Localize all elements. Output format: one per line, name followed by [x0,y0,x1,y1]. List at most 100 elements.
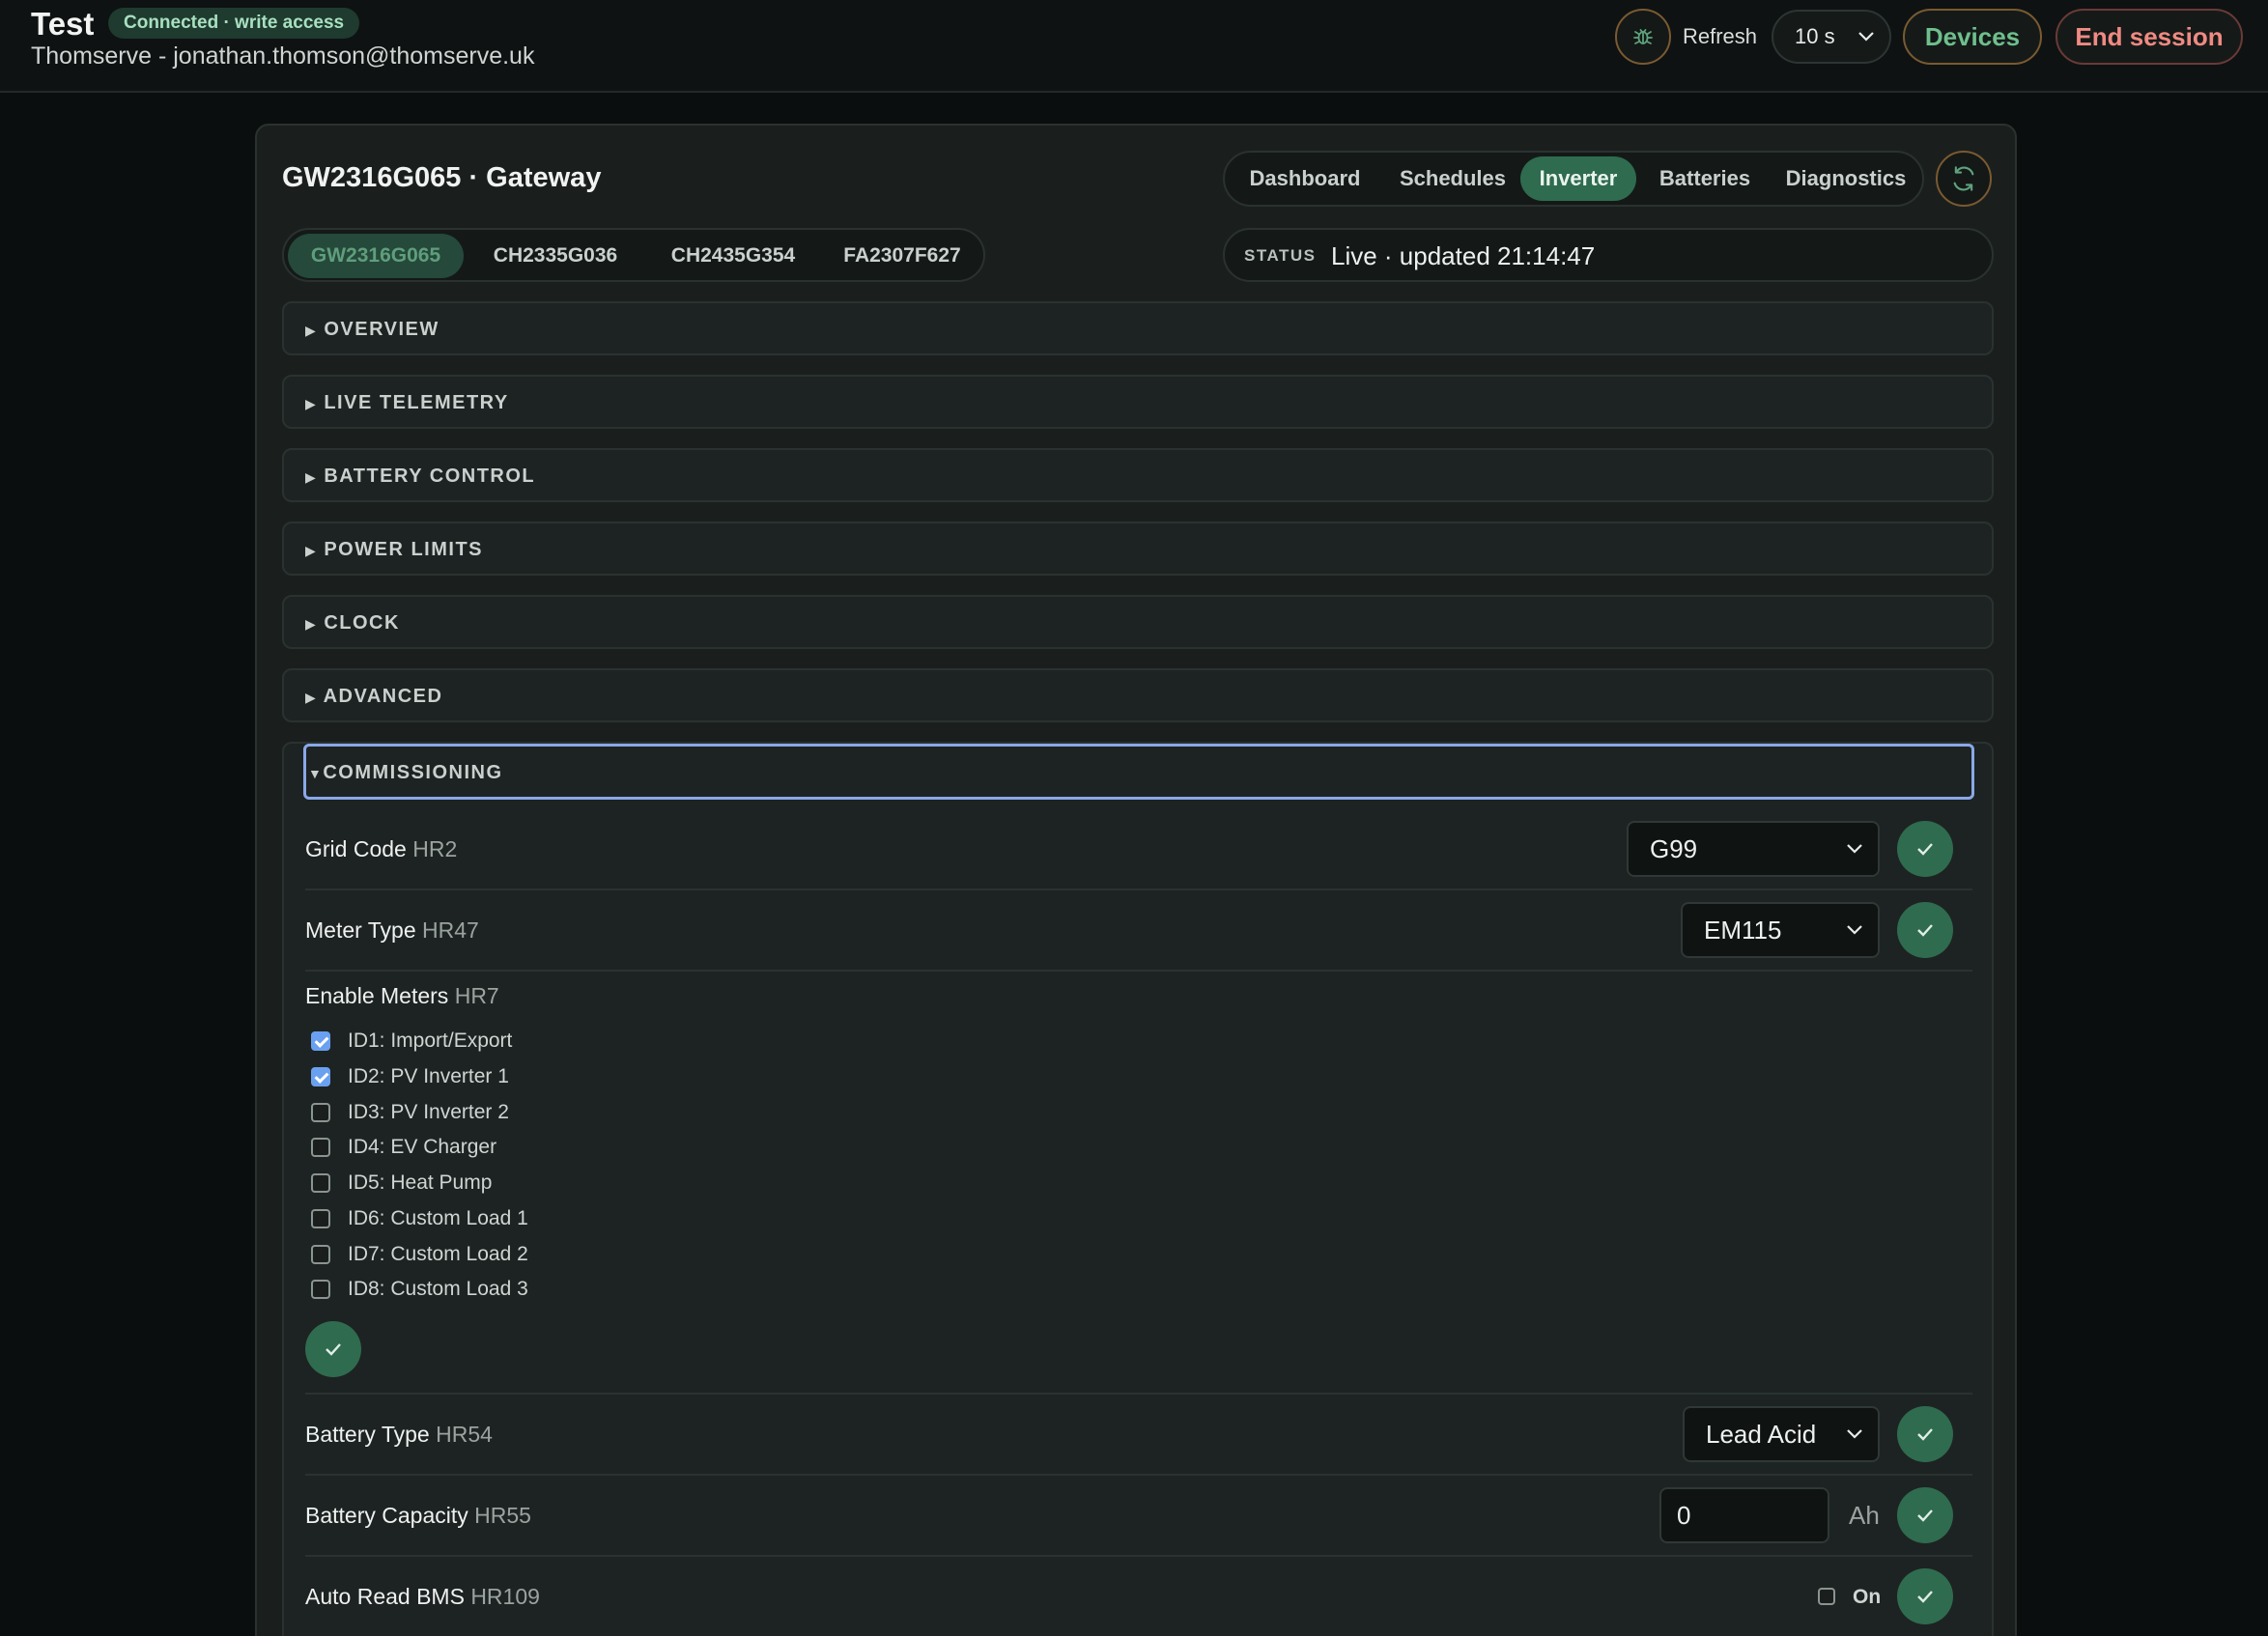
meter-checkbox[interactable] [311,1067,330,1086]
enable-meters-register: HR7 [454,983,499,1008]
serial-tab-gw2316g065[interactable]: GW2316G065 [288,234,464,278]
status-key: STATUS [1244,246,1317,265]
section-clock[interactable]: ▶ CLOCK [282,595,1994,649]
section-title: COMMISSIONING [323,762,503,783]
grid-code-value: G99 [1650,834,1698,863]
meter-checkbox[interactable] [311,1031,330,1051]
tab-schedules[interactable]: Schedules [1383,156,1522,201]
check-icon [1917,1591,1933,1603]
meter-checkbox[interactable] [311,1138,330,1157]
chevron-down-icon [1845,1408,1864,1478]
section-advanced[interactable]: ▶ ADVANCED [282,668,1994,722]
debug-button[interactable] [1615,9,1671,65]
view-tabs: Dashboard Schedules Inverter Batteries D… [1223,151,1924,207]
meter-label: ID3: PV Inverter 2 [348,1101,509,1123]
auto-read-bms-register: HR109 [470,1584,540,1609]
sync-icon [1953,166,1974,191]
refresh-interval-value: 10 s [1795,24,1835,48]
meter-label: ID2: PV Inverter 1 [348,1065,509,1087]
triangle-right-icon: ▶ [305,396,318,411]
refresh-label: Refresh [1683,24,1758,48]
section-live-telemetry[interactable]: ▶ LIVE TELEMETRY [282,375,1994,429]
meter-type-value: EM115 [1704,916,1782,945]
battery-type-select[interactable]: Lead Acid [1683,1406,1880,1462]
section-power-limits[interactable]: ▶ POWER LIMITS [282,522,1994,576]
tab-batteries[interactable]: Batteries [1642,156,1768,201]
grid-code-select[interactable]: G99 [1627,821,1880,877]
meter-checkbox[interactable] [311,1280,330,1299]
check-icon [1917,1428,1933,1441]
meter-type-apply-button[interactable] [1897,902,1953,958]
connection-badge: Connected · write access [108,8,360,39]
top-bar: Test Connected · write access Thomserve … [0,0,2268,93]
bug-icon [1633,29,1653,44]
section-title: POWER LIMITS [324,539,484,560]
battery-type-register: HR54 [436,1422,493,1447]
grid-code-label: Grid Code [305,836,407,861]
auto-read-bms-checkbox[interactable] [1818,1588,1835,1605]
check-icon [1917,924,1933,937]
status-value: Live · updated 21:14:47 [1331,241,1596,270]
battery-capacity-apply-button[interactable] [1897,1487,1953,1543]
auto-read-bms-label: Auto Read BMS [305,1584,465,1609]
chevron-down-icon [1857,12,1876,80]
commissioning-header[interactable]: ▼COMMISSIONING [303,744,1974,800]
section-battery-control[interactable]: ▶ BATTERY CONTROL [282,448,1994,502]
auto-read-bms-apply-button[interactable] [1897,1568,1953,1624]
enable-meters-row: Enable Meters HR7 ID1: Import/Export ID2… [305,972,1972,1395]
section-overview[interactable]: ▶ OVERVIEW [282,301,1994,355]
triangle-right-icon: ▶ [305,690,318,705]
meter-label: ID7: Custom Load 2 [348,1243,528,1265]
serial-tab-ch2335g036[interactable]: CH2335G036 [466,234,645,278]
meter-checkbox[interactable] [311,1209,330,1228]
grid-code-row: Grid Code HR2 G99 [305,807,1972,890]
check-icon [326,1343,341,1356]
triangle-right-icon: ▶ [305,616,318,632]
sync-button[interactable] [1936,151,1992,207]
serial-tab-fa2307f627[interactable]: FA2307F627 [821,234,983,278]
meter-label: ID1: Import/Export [348,1030,513,1052]
meter-type-select[interactable]: EM115 [1681,902,1880,958]
tab-diagnostics[interactable]: Diagnostics [1773,156,1918,201]
devices-button[interactable]: Devices [1903,9,2042,65]
refresh-interval-select[interactable]: 10 s [1772,10,1891,64]
battery-capacity-input[interactable]: 0 [1659,1487,1829,1543]
meter-label: ID8: Custom Load 3 [348,1278,528,1300]
app-title: Test [31,6,95,42]
meter-type-register: HR47 [422,917,479,943]
section-title: CLOCK [324,612,400,634]
battery-capacity-unit: Ah [1849,1501,1880,1530]
meter-checkbox[interactable] [311,1173,330,1193]
serial-tab-ch2435g354[interactable]: CH2435G354 [643,234,823,278]
triangle-right-icon: ▶ [305,543,318,558]
enable-meters-apply-button[interactable] [305,1321,361,1377]
battery-type-apply-button[interactable] [1897,1406,1953,1462]
tab-inverter[interactable]: Inverter [1520,156,1636,201]
end-session-button[interactable]: End session [2055,9,2243,65]
chevron-down-icon [1845,904,1864,973]
grid-code-apply-button[interactable] [1897,821,1953,877]
enable-meters-label: Enable Meters [305,983,449,1008]
triangle-down-icon: ▼ [308,766,324,781]
battery-type-value: Lead Acid [1706,1420,1817,1449]
user-line: Thomserve - jonathan.thomson@thomserve.u… [31,42,535,70]
meter-checkbox[interactable] [311,1245,330,1264]
meter-type-row: Meter Type HR47 EM115 [305,890,1972,972]
device-serial-tabs: GW2316G065 CH2335G036 CH2435G354 FA2307F… [282,228,985,282]
section-title: OVERVIEW [324,319,439,340]
section-title: LIVE TELEMETRY [324,392,509,413]
battery-capacity-register: HR55 [474,1503,531,1528]
auto-read-bms-on-label: On [1853,1586,1882,1608]
section-title: BATTERY CONTROL [324,465,536,487]
device-panel: GW2316G065 · Gateway Dashboard Schedules… [255,124,2017,1636]
meter-checkbox[interactable] [311,1103,330,1122]
battery-capacity-label: Battery Capacity [305,1503,468,1528]
battery-capacity-row: Battery Capacity HR55 0 Ah [305,1476,1972,1557]
section-commissioning: ▼COMMISSIONING Grid Code HR2 G99 Meter T… [282,742,1994,1636]
triangle-right-icon: ▶ [305,469,318,485]
grid-code-register: HR2 [412,836,458,861]
section-title: ADVANCED [323,686,443,707]
tab-dashboard[interactable]: Dashboard [1233,156,1377,201]
meter-label: ID4: EV Charger [348,1136,497,1158]
check-icon [1917,1509,1933,1522]
